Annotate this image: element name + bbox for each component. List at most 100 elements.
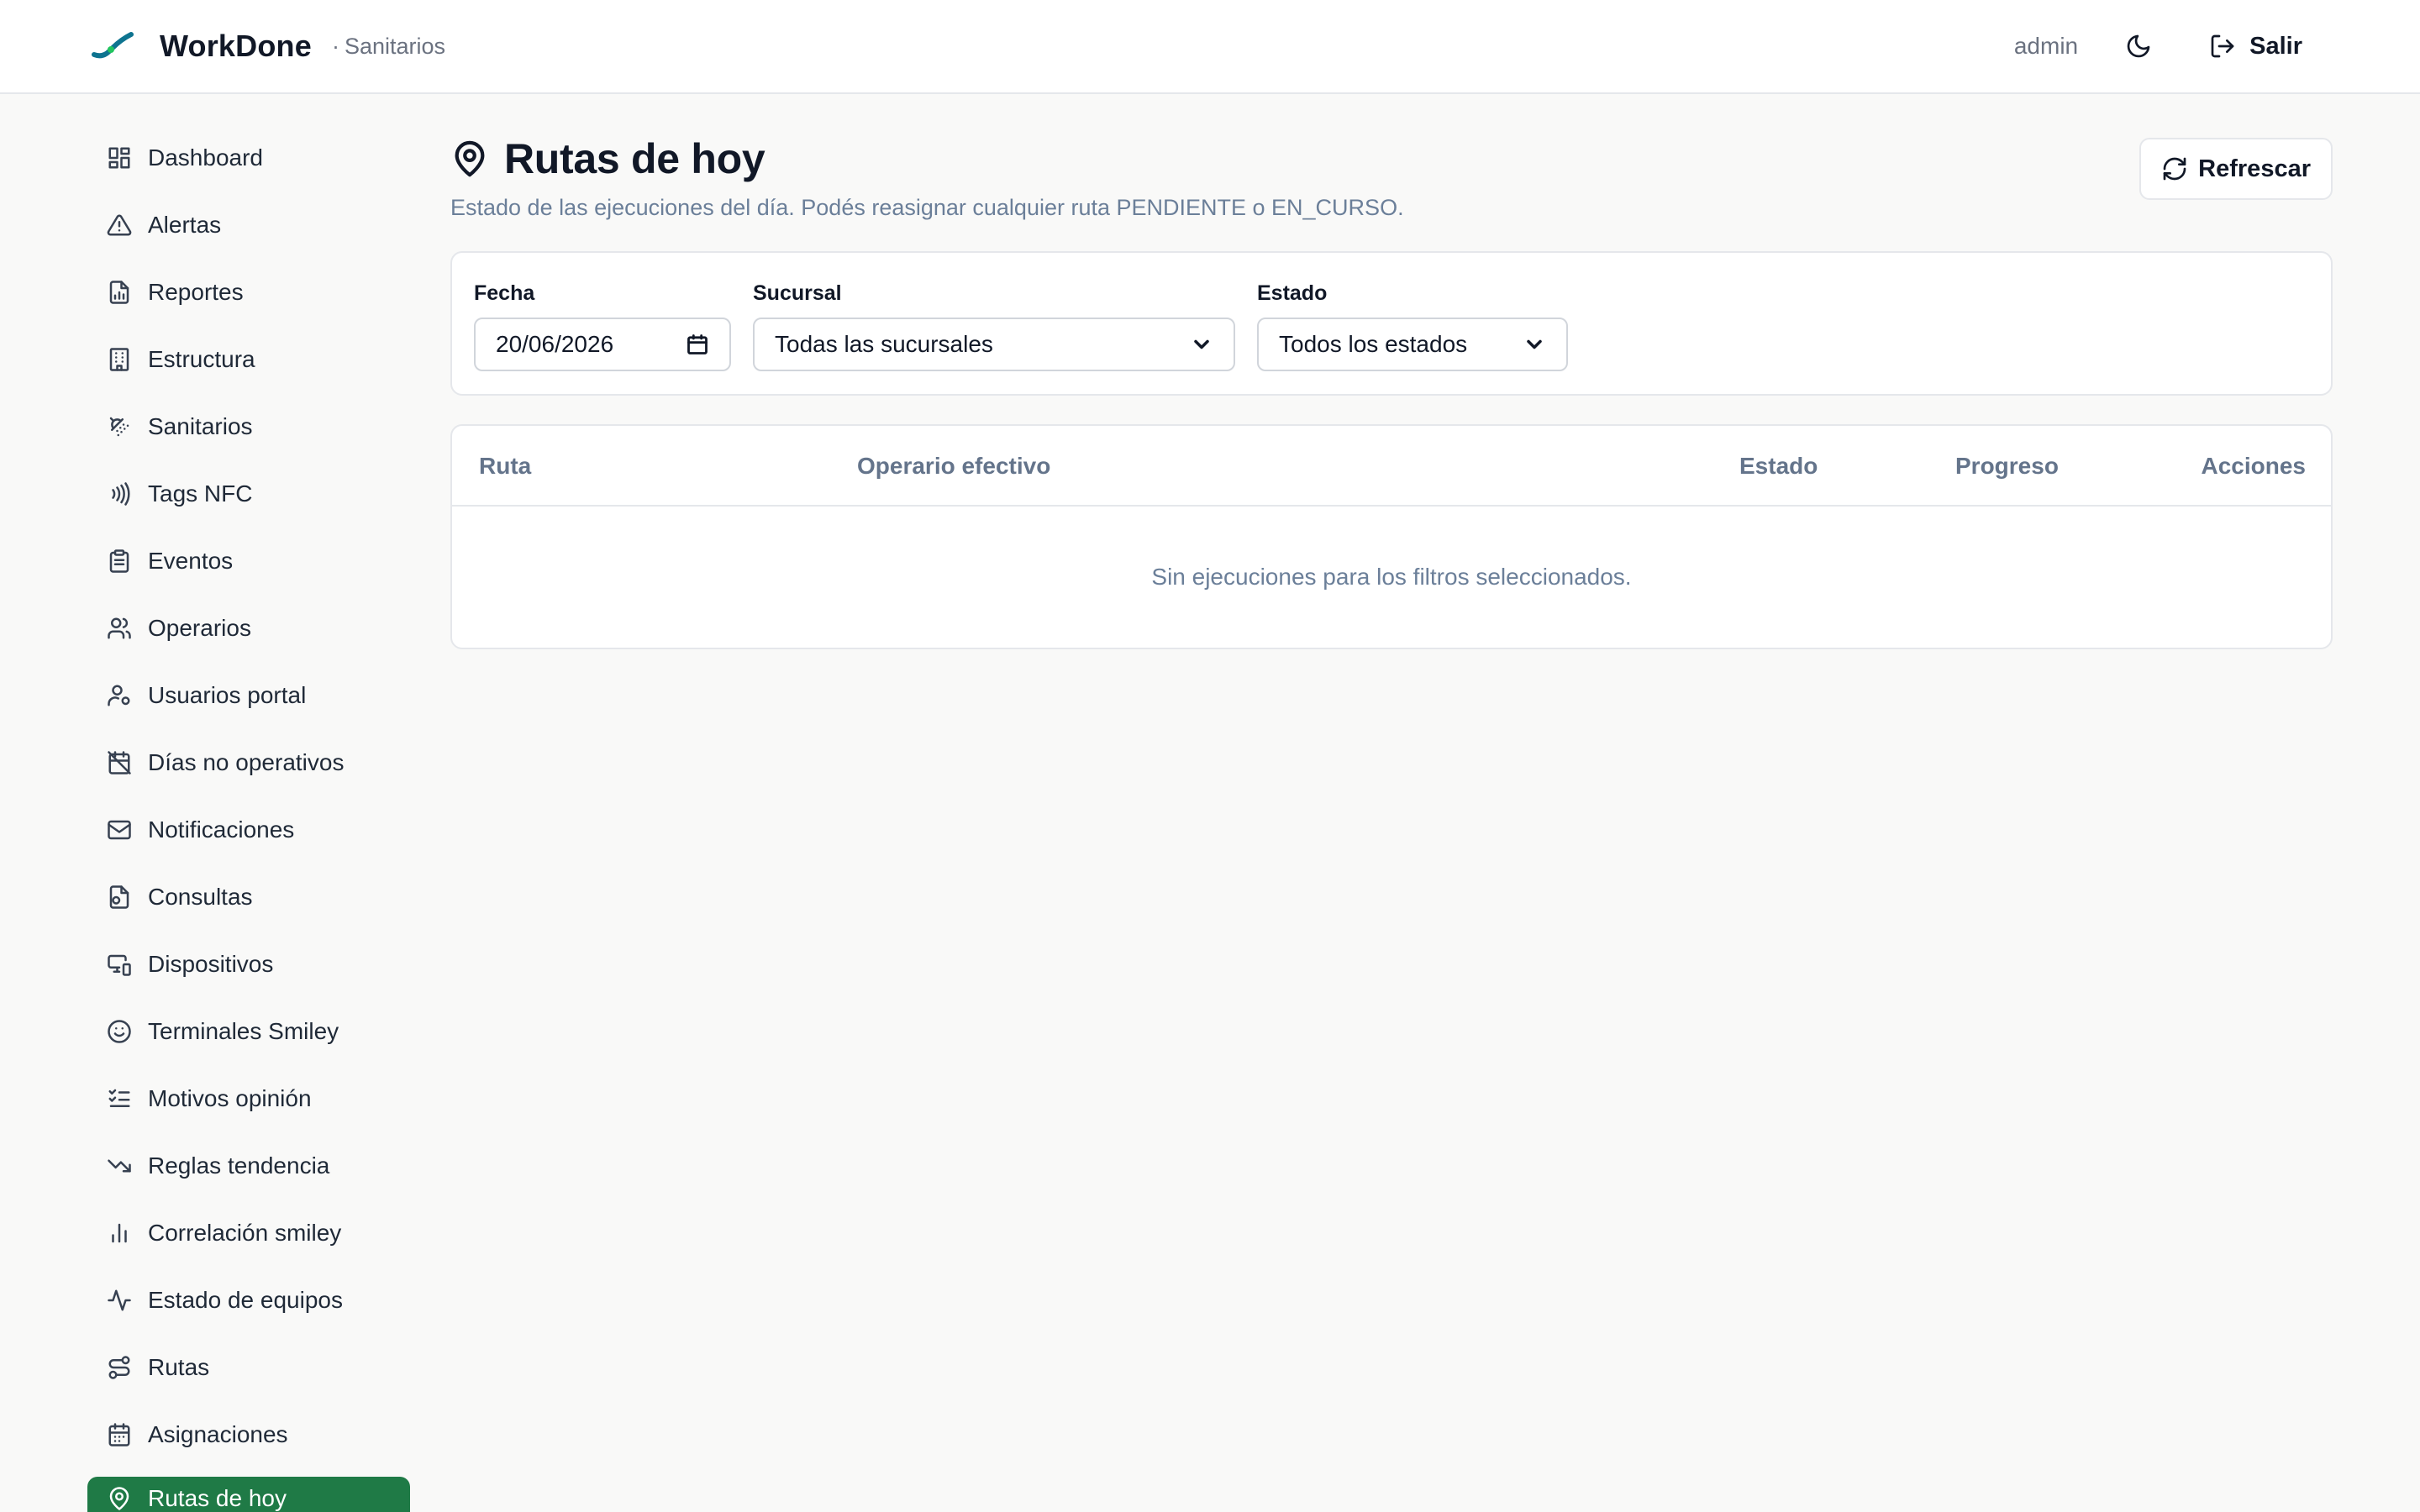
column-header-operario[interactable]: Operario efectivo (857, 453, 1050, 480)
top-bar: WorkDone · Sanitarios admin Salir (0, 0, 2420, 94)
sidebar-item-dashboard[interactable]: Dashboard (87, 133, 410, 183)
route-icon (106, 1354, 133, 1381)
sidebar-item-tags-nfc[interactable]: Tags NFC (87, 469, 410, 519)
shower-icon (106, 413, 133, 440)
table-header: Ruta Operario efectivo Estado Progreso A… (452, 426, 2331, 507)
trending-down-icon (106, 1152, 133, 1179)
date-filter: Fecha 20/06/2026 (474, 281, 731, 394)
logout-icon (2211, 34, 2234, 58)
status-select[interactable]: Todos los estados (1257, 318, 1568, 371)
chevron-down-icon (1194, 339, 1209, 349)
sidebar-item-label: Consultas (148, 884, 253, 910)
sidebar-item-label: Rutas (148, 1354, 210, 1380)
users-icon (106, 615, 133, 642)
brand-name: WorkDone (160, 29, 312, 63)
refresh-button[interactable]: Refrescar (2139, 138, 2333, 200)
column-header-estado[interactable]: Estado (1739, 453, 1818, 480)
branch-select-value: Todas las sucursales (775, 331, 993, 357)
calendar-off-icon (106, 749, 133, 776)
page-title: Rutas de hoy (504, 135, 765, 182)
list-check-icon (106, 1085, 133, 1112)
sidebar-item-label: Correlación smiley (148, 1220, 342, 1246)
sidebar-item-label: Eventos (148, 548, 234, 574)
calendar-icon (106, 1421, 133, 1448)
branch-filter-label: Sucursal (753, 281, 842, 305)
sidebar-item-operarios[interactable]: Operarios (87, 603, 410, 654)
map-pin-icon (455, 140, 485, 177)
title-wrap: Rutas de hoy (450, 134, 1404, 183)
sidebar-item-reglas-tendencia[interactable]: Reglas tendencia (87, 1141, 410, 1191)
sidebar-item-label: Dispositivos (148, 951, 274, 977)
sidebar-item-asignaciones[interactable]: Asignaciones (87, 1410, 410, 1460)
sidebar-item-label: Tags NFC (148, 480, 253, 507)
sidebar-item-notificaciones[interactable]: Notificaciones (87, 805, 410, 855)
logout-label: Salir (2249, 32, 2302, 60)
logout-button[interactable]: Salir (2196, 26, 2316, 67)
building-icon (106, 346, 133, 373)
sidebar-item-label: Rutas de hoy (148, 1485, 287, 1511)
workdone-logo-icon (92, 32, 134, 59)
sidebar-item-usuarios-portal[interactable]: Usuarios portal (87, 670, 410, 721)
column-header-acciones: Acciones (2201, 453, 2307, 479)
moon-icon (2127, 34, 2150, 58)
activity-icon (106, 1287, 133, 1314)
sidebar-item-rutas[interactable]: Rutas (87, 1342, 410, 1393)
map-pin-icon (106, 1485, 133, 1512)
sidebar-item-label: Asignaciones (148, 1421, 288, 1447)
page-subtitle: Estado de las ejecuciones del día. Podés… (450, 195, 1404, 220)
page-header: Rutas de hoy Estado de las ejecuciones d… (450, 134, 2333, 221)
sidebar-item-label: Días no operativos (148, 749, 345, 775)
sidebar-item-label: Terminales Smiley (148, 1018, 339, 1044)
column-header-progreso[interactable]: Progreso (1955, 453, 2059, 480)
sidebar-item-dispositivos[interactable]: Dispositivos (87, 939, 410, 990)
alert-triangle-icon (106, 212, 133, 239)
top-right-controls: admin Salir (2014, 23, 2316, 70)
main-content: Rutas de hoy Estado de las ejecuciones d… (450, 134, 2333, 649)
sidebar-item-motivos-opinion[interactable]: Motivos opinión (87, 1074, 410, 1124)
sidebar-item-consultas[interactable]: Consultas (87, 872, 410, 922)
page-heading: Rutas de hoy Estado de las ejecuciones d… (450, 134, 1404, 221)
sidebar-item-alertas[interactable]: Alertas (87, 200, 410, 250)
status-filter-label: Estado (1257, 281, 1328, 305)
sidebar-item-dias-no-operativos[interactable]: Días no operativos (87, 738, 410, 788)
user-cog-icon (106, 682, 133, 709)
brand-separator: · (331, 33, 339, 59)
sidebar-item-label: Estructura (148, 346, 255, 372)
dashboard-grid-icon (106, 144, 133, 171)
sidebar-item-label: Reglas tendencia (148, 1152, 330, 1179)
sidebar-item-reportes[interactable]: Reportes (87, 267, 410, 318)
file-question-icon (106, 884, 133, 911)
sidebar-item-correlacion-smiley[interactable]: Correlación smiley (87, 1208, 410, 1258)
branch-select[interactable]: Todas las sucursales (753, 318, 1235, 371)
brand-section: · Sanitarios (332, 34, 445, 60)
sidebar-item-rutas-de-hoy[interactable]: Rutas de hoy (87, 1477, 410, 1512)
calendar-picker-icon[interactable] (686, 333, 709, 356)
sidebar-item-estado-de-equipos[interactable]: Estado de equipos (87, 1275, 410, 1326)
report-file-icon (106, 279, 133, 306)
date-input[interactable]: 20/06/2026 (474, 318, 731, 371)
sidebar-item-label: Motivos opinión (148, 1085, 312, 1111)
devices-icon (106, 951, 133, 978)
refresh-icon (2163, 157, 2186, 181)
chevron-down-icon (1527, 339, 1542, 349)
column-header-ruta[interactable]: Ruta (479, 453, 531, 480)
refresh-label: Refrescar (2198, 155, 2311, 182)
sidebar-item-label: Dashboard (148, 144, 263, 171)
empty-state-message: Sin ejecuciones para los filtros selecci… (1151, 564, 1632, 590)
sidebar-item-sanitarios[interactable]: Sanitarios (87, 402, 410, 452)
bar-chart-icon (106, 1220, 133, 1247)
executions-table: Ruta Operario efectivo Estado Progreso A… (450, 424, 2333, 649)
sidebar-item-label: Reportes (148, 279, 244, 305)
branch-filter: Sucursal Todas las sucursales (753, 281, 1235, 394)
sidebar-item-label: Usuarios portal (148, 682, 307, 708)
brand[interactable]: WorkDone · Sanitarios (91, 29, 445, 64)
clipboard-icon (106, 548, 133, 575)
sidebar-item-estructura[interactable]: Estructura (87, 334, 410, 385)
date-filter-label: Fecha (474, 281, 535, 305)
theme-toggle-button[interactable] (2115, 23, 2162, 70)
sidebar-item-eventos[interactable]: Eventos (87, 536, 410, 586)
sidebar-item-terminales-smiley[interactable]: Terminales Smiley (87, 1006, 410, 1057)
filters-card: Fecha 20/06/2026 Sucursal Todas las sucu… (450, 251, 2333, 396)
nfc-icon (106, 480, 133, 507)
smile-icon (106, 1018, 133, 1045)
